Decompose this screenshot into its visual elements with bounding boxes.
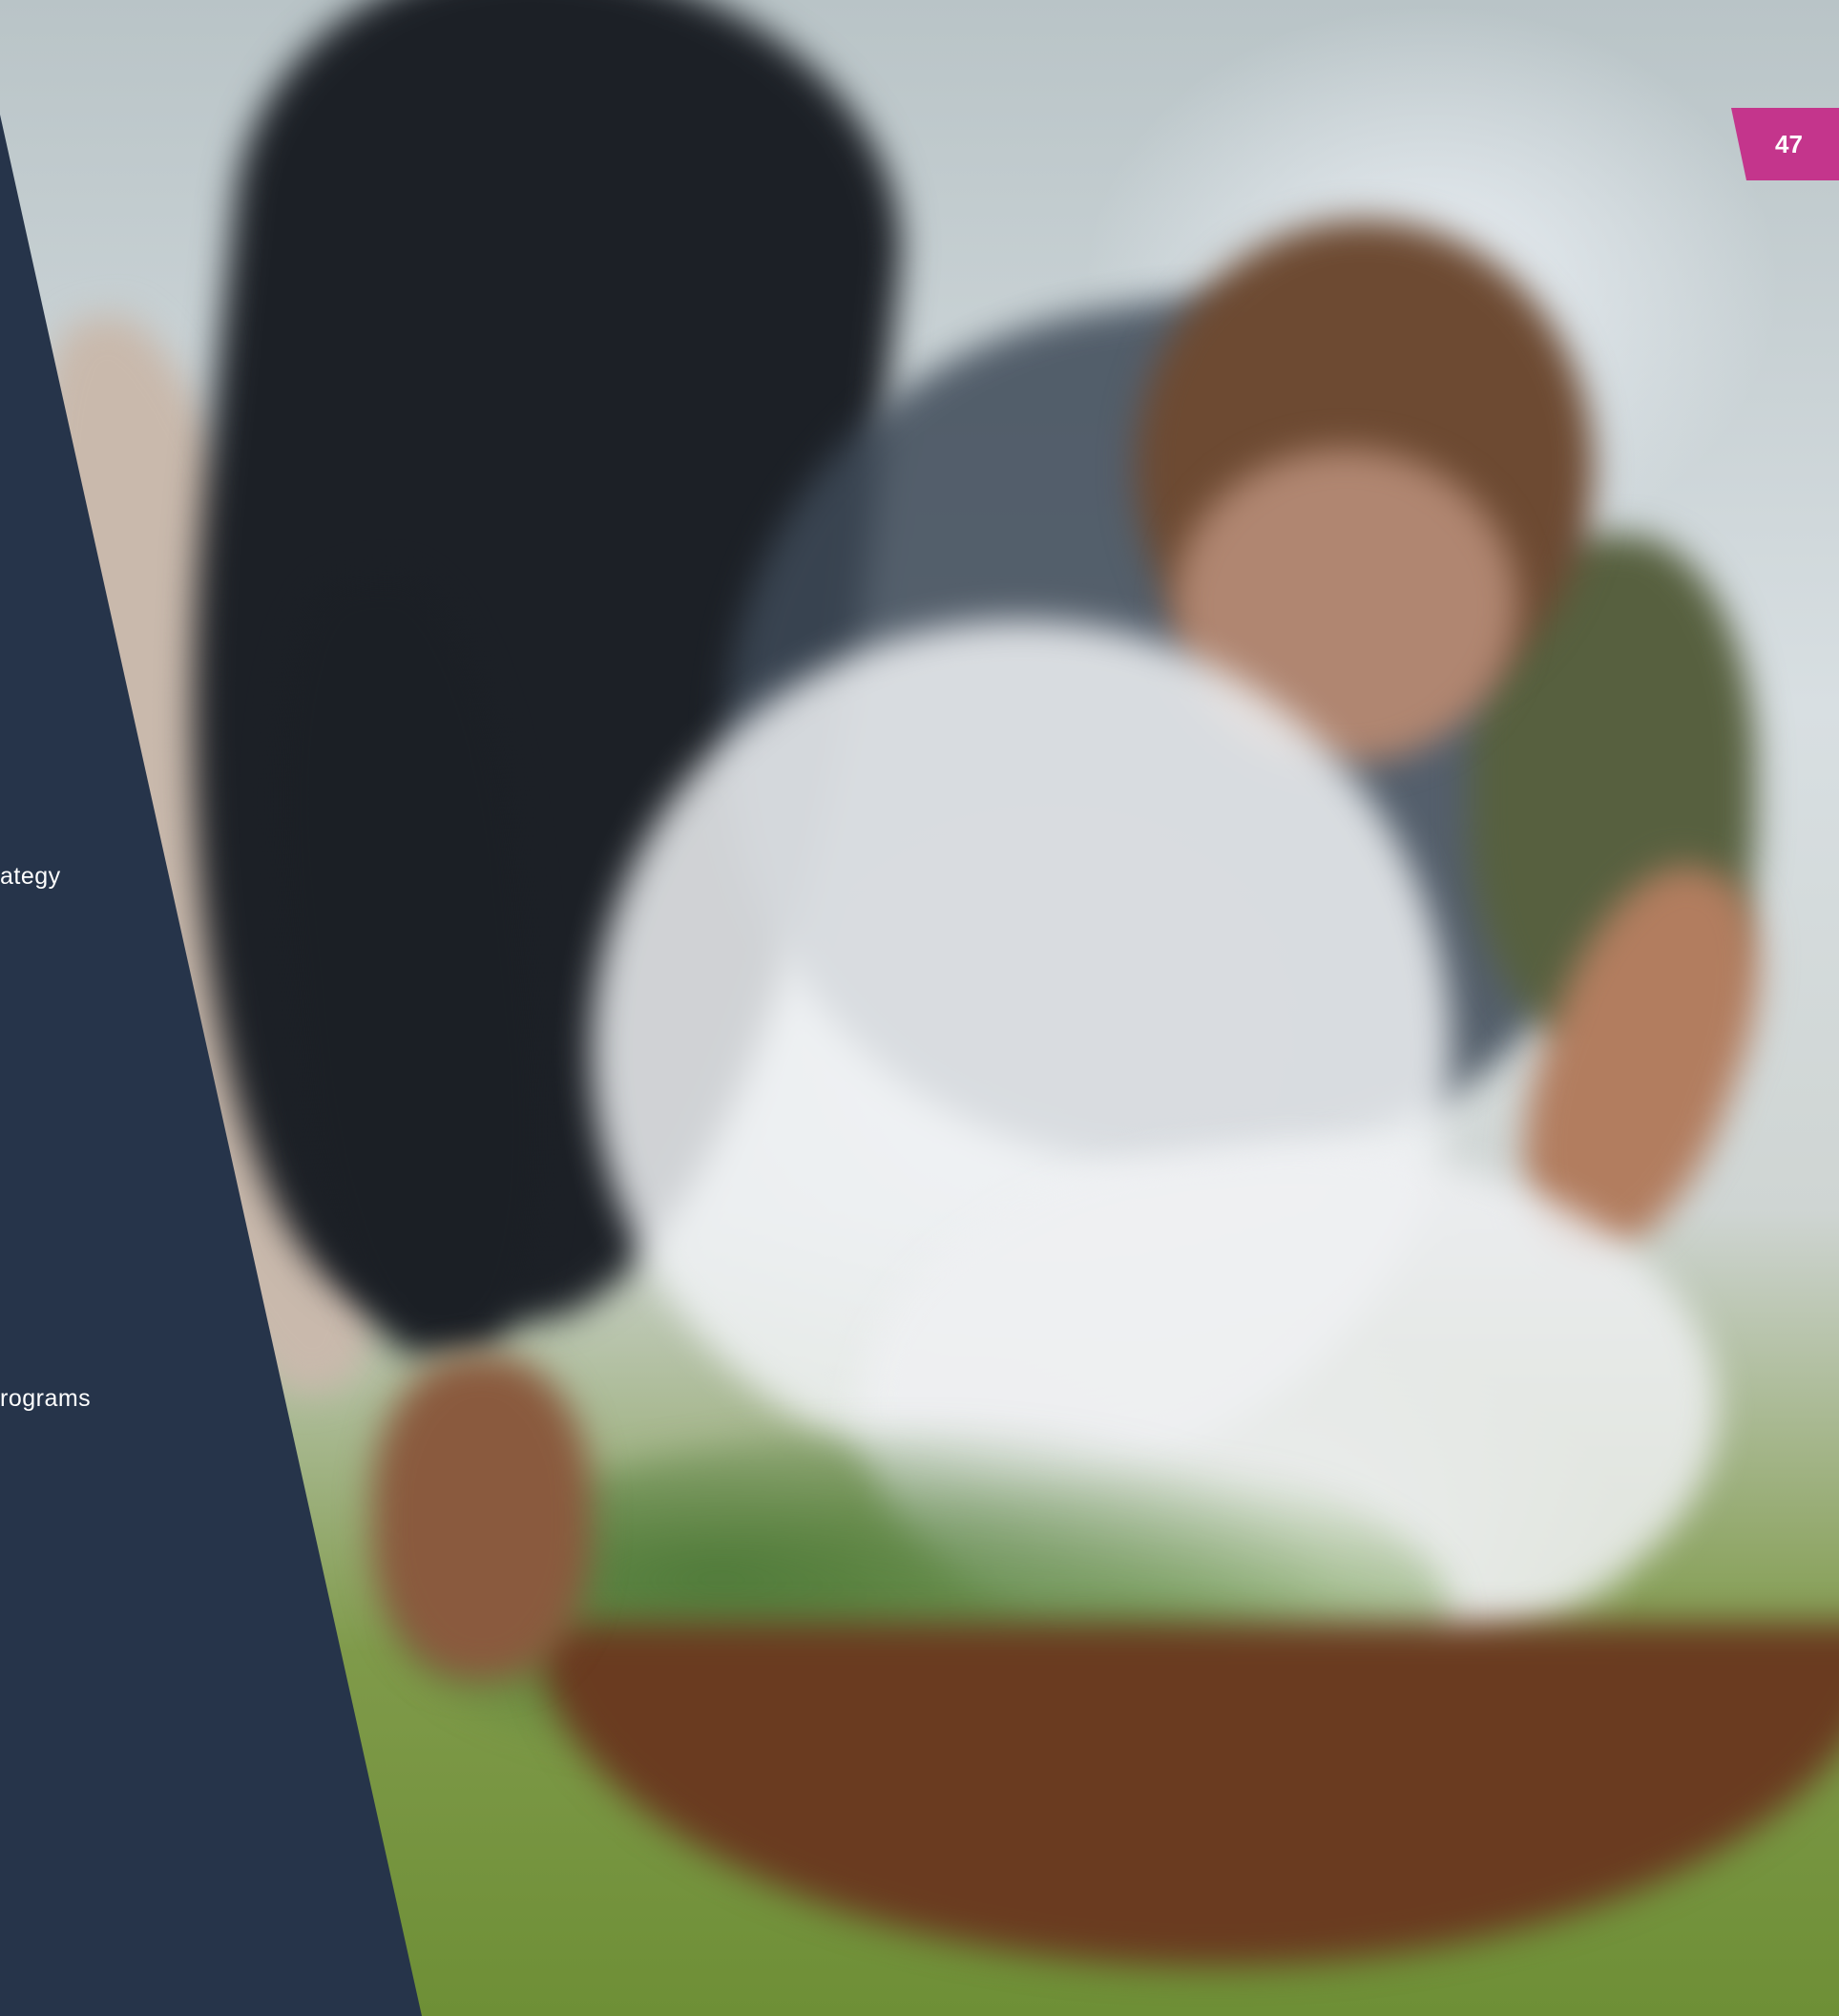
photo-hand — [372, 1355, 592, 1680]
page-number-tab: 47 — [1731, 108, 1839, 180]
page-number: 47 — [1775, 129, 1803, 158]
panel-text-strategy: ategy — [0, 863, 61, 890]
photo-fire-bowl — [534, 1623, 1839, 1966]
panel-text-programs: rograms — [0, 1385, 92, 1412]
